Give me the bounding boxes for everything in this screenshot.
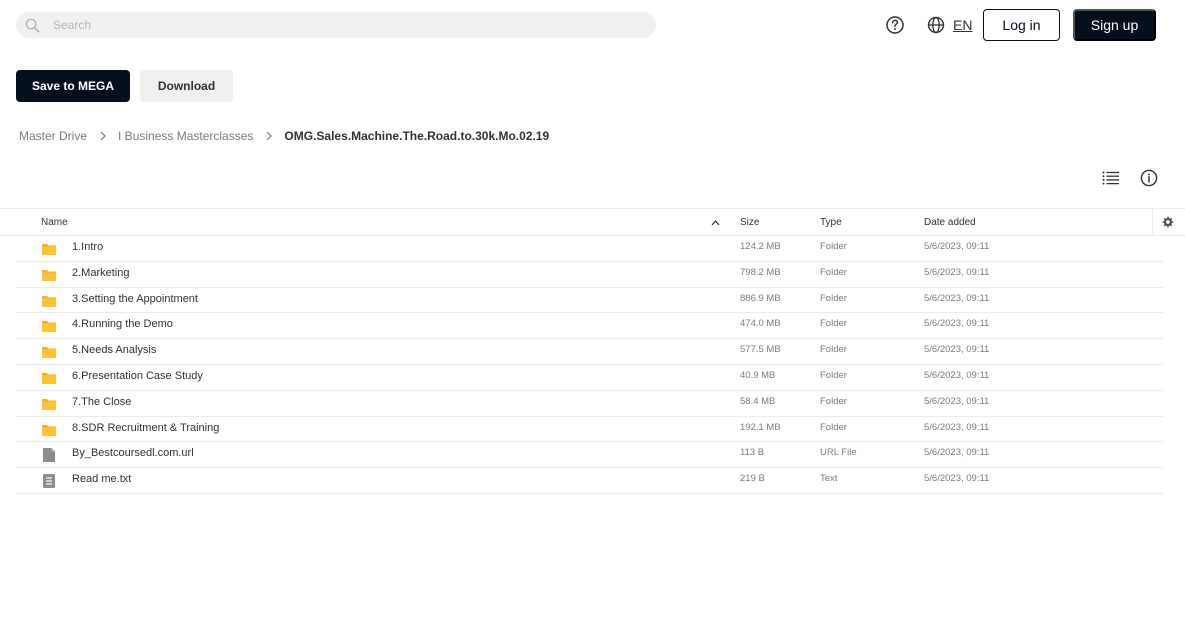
table-row[interactable]: 7.The Close 58.4 MB Folder 5/6/2023, 09:…	[16, 391, 1164, 417]
search-input[interactable]	[53, 18, 613, 32]
sort-ascending-icon[interactable]	[711, 219, 720, 226]
text-file-icon	[43, 474, 55, 489]
file-date: 5/6/2023, 09:11	[924, 318, 990, 330]
table-row[interactable]: 5.Needs Analysis 577.5 MB Folder 5/6/202…	[16, 339, 1164, 365]
folder-icon	[42, 372, 56, 384]
top-bar: EN Log in Sign up	[0, 0, 1185, 50]
folder-icon	[42, 347, 56, 359]
breadcrumb: Master Drive I Business Masterclasses OM…	[19, 128, 549, 144]
file-date: 5/6/2023, 09:11	[924, 447, 990, 459]
file-size: 219 B	[740, 473, 765, 485]
file-type: URL File	[820, 447, 857, 459]
file-size: 577.5 MB	[740, 344, 781, 356]
file-size: 192.1 MB	[740, 421, 781, 433]
table-row[interactable]: By_Bestcoursedl.com.url 113 B URL File 5…	[16, 442, 1164, 469]
file-type: Folder	[820, 421, 847, 433]
file-size: 798.2 MB	[740, 266, 781, 278]
file-date: 5/6/2023, 09:11	[924, 369, 990, 381]
column-header-type[interactable]: Type	[820, 217, 842, 228]
table-row[interactable]: 8.SDR Recruitment & Training 192.1 MB Fo…	[16, 417, 1164, 443]
list-view-icon[interactable]	[1102, 170, 1120, 186]
file-size: 58.4 MB	[740, 395, 776, 407]
file-size: 886.9 MB	[740, 292, 781, 304]
chevron-right-icon	[100, 131, 106, 141]
language-selector[interactable]: EN	[927, 15, 972, 35]
table-header: Name Size Type Date added	[0, 208, 1185, 236]
info-icon[interactable]	[1140, 169, 1158, 187]
folder-icon	[42, 244, 56, 255]
folder-icon	[42, 321, 56, 333]
download-button[interactable]: Download	[140, 70, 233, 102]
table-row[interactable]: 1.Intro 124.2 MB Folder 5/6/2023, 09:11	[16, 236, 1164, 262]
file-date: 5/6/2023, 09:11	[924, 266, 990, 278]
breadcrumb-item-master-drive[interactable]: Master Drive	[19, 129, 87, 143]
column-divider	[1152, 209, 1153, 236]
gear-icon[interactable]	[1161, 216, 1174, 229]
column-header-name[interactable]: Name	[41, 217, 68, 228]
url-file-icon	[43, 448, 55, 463]
table-row[interactable]: 3.Setting the Appointment 886.9 MB Folde…	[16, 288, 1164, 314]
file-list: 1.Intro 124.2 MB Folder 5/6/2023, 09:11 …	[16, 236, 1164, 494]
search-bar[interactable]	[16, 12, 656, 38]
table-row[interactable]: 6.Presentation Case Study 40.9 MB Folder…	[16, 365, 1164, 391]
file-date: 5/6/2023, 09:11	[924, 421, 990, 433]
globe-icon	[927, 16, 945, 34]
folder-icon	[42, 295, 56, 307]
folder-icon	[42, 398, 56, 410]
signup-button[interactable]: Sign up	[1073, 9, 1156, 41]
column-header-size[interactable]: Size	[740, 217, 759, 228]
file-type: Folder	[820, 344, 847, 356]
file-name: 8.SDR Recruitment & Training	[72, 421, 220, 434]
file-size: 40.9 MB	[740, 369, 776, 381]
file-name: Read me.txt	[72, 473, 132, 486]
table-row[interactable]: 2.Marketing 798.2 MB Folder 5/6/2023, 09…	[16, 262, 1164, 288]
file-name: By_Bestcoursedl.com.url	[72, 447, 194, 460]
folder-icon	[42, 269, 56, 281]
file-type: Folder	[820, 241, 847, 252]
save-to-mega-button[interactable]: Save to MEGA	[16, 70, 130, 102]
file-type: Folder	[820, 395, 847, 407]
breadcrumb-item-business-masterclasses[interactable]: I Business Masterclasses	[118, 129, 253, 143]
file-type: Folder	[820, 369, 847, 381]
column-header-date-added[interactable]: Date added	[924, 217, 976, 228]
language-code: EN	[953, 17, 973, 33]
file-size: 474.0 MB	[740, 318, 781, 330]
file-type: Folder	[820, 292, 847, 304]
login-button[interactable]: Log in	[983, 9, 1060, 41]
file-name: 6.Presentation Case Study	[72, 369, 203, 382]
folder-icon	[42, 424, 56, 436]
help-icon[interactable]	[885, 15, 905, 35]
file-type: Text	[820, 473, 838, 485]
file-date: 5/6/2023, 09:11	[924, 292, 990, 304]
chevron-right-icon	[266, 131, 273, 141]
file-name: 3.Setting the Appointment	[72, 292, 198, 305]
file-date: 5/6/2023, 09:11	[924, 395, 990, 407]
table-row[interactable]: Read me.txt 219 B Text 5/6/2023, 09:11	[16, 468, 1164, 494]
breadcrumb-current: OMG.Sales.Machine.The.Road.to.30k.Mo.02.…	[284, 129, 550, 143]
file-date: 5/6/2023, 09:11	[924, 473, 990, 485]
file-name: 7.The Close	[72, 395, 132, 408]
file-name: 5.Needs Analysis	[72, 344, 157, 357]
file-name: 2.Marketing	[72, 266, 130, 279]
table-row[interactable]: 4.Running the Demo 474.0 MB Folder 5/6/2…	[16, 313, 1164, 340]
file-date: 5/6/2023, 09:11	[924, 344, 990, 356]
file-name: 4.Running the Demo	[72, 318, 173, 331]
file-name: 1.Intro	[72, 241, 104, 253]
file-date: 5/6/2023, 09:11	[924, 241, 990, 252]
file-size: 113 B	[740, 447, 765, 459]
file-type: Folder	[820, 318, 847, 330]
file-size: 124.2 MB	[740, 241, 781, 252]
file-type: Folder	[820, 266, 847, 278]
search-icon	[25, 18, 40, 32]
